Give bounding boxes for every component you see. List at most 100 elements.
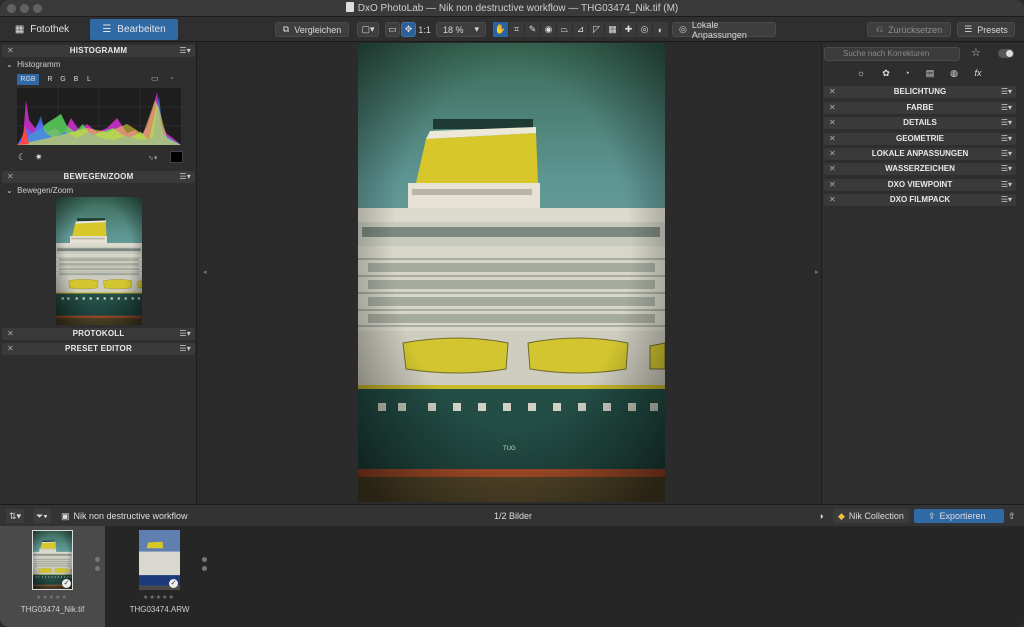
- filter-icon: ⏷▾: [36, 510, 48, 521]
- horizon-tool-icon[interactable]: ⊿: [573, 22, 588, 37]
- reset-button[interactable]: ⎌ Zurücksetzen: [867, 22, 951, 37]
- details-tab-icon[interactable]: ◔: [898, 67, 916, 80]
- toggle-switch[interactable]: [998, 49, 1014, 58]
- close-icon[interactable]: ✕: [829, 133, 836, 145]
- filter-button[interactable]: ⏷▾: [33, 509, 51, 523]
- geometry-tab-icon[interactable]: ▤: [921, 67, 939, 80]
- grid-overlay-icon[interactable]: ▦: [605, 22, 620, 37]
- channel-b[interactable]: B: [71, 74, 81, 85]
- before-after-icon[interactable]: ◐: [653, 22, 668, 37]
- panel-menu-icon[interactable]: ☰▾: [179, 45, 191, 57]
- shadow-clip-icon[interactable]: ☾: [18, 152, 26, 163]
- section-farbe[interactable]: ✕ FARBE ☰▾: [824, 102, 1016, 114]
- close-icon[interactable]: ✕: [829, 102, 836, 114]
- panel-menu-icon[interactable]: ☰▾: [1001, 117, 1012, 129]
- history-header[interactable]: ✕ PROTOKOLL ☰▾: [2, 328, 195, 340]
- curve-icon[interactable]: ∿▾: [148, 154, 157, 162]
- compare-button[interactable]: ⧉ Vergleichen: [275, 22, 349, 37]
- panel-menu-icon[interactable]: ☰▾: [179, 343, 191, 355]
- section-dxo-viewpoint[interactable]: ✕ DXO VIEWPOINT ☰▾: [824, 179, 1016, 191]
- histogram-header[interactable]: ✕ HISTOGRAMM ☰▾: [2, 45, 195, 57]
- fit-icon: ▭: [388, 24, 397, 34]
- close-icon[interactable]: ✕: [829, 86, 836, 98]
- indicator-dot: [95, 557, 100, 562]
- section-lokale-anpassungen[interactable]: ✕ LOKALE ANPASSUNGEN ☰▾: [824, 148, 1016, 160]
- zoom-select[interactable]: 18 % ▾: [436, 22, 486, 37]
- softproof-icon[interactable]: ◔: [169, 74, 174, 83]
- zoom-one-to-one-button[interactable]: 1:1: [417, 22, 432, 37]
- preset-editor-header[interactable]: ✕ PRESET EDITOR ☰▾: [2, 343, 195, 355]
- close-icon[interactable]: ✕: [829, 194, 836, 206]
- presets-button[interactable]: ☰ Presets: [957, 22, 1015, 37]
- crop-tool-icon[interactable]: ⌗: [509, 22, 524, 37]
- fit-screen-button[interactable]: ▭: [385, 22, 400, 37]
- close-icon[interactable]: ✕: [7, 171, 14, 183]
- channel-l[interactable]: L: [84, 74, 94, 85]
- panel-menu-icon[interactable]: ☰▾: [179, 171, 191, 183]
- section-details[interactable]: ✕ DETAILS ☰▾: [824, 117, 1016, 129]
- close-icon[interactable]: ✕: [7, 343, 14, 355]
- chevron-down-icon: ⌄: [6, 60, 13, 69]
- panel-menu-icon[interactable]: ☰▾: [1001, 194, 1012, 206]
- tab-bearbeiten[interactable]: ☰ Bearbeiten: [90, 19, 178, 40]
- thumbnail-name: THG03474.ARW: [129, 605, 190, 614]
- view-mode-button[interactable]: ▢▾: [357, 22, 379, 37]
- color-tab-icon[interactable]: ✿: [877, 67, 895, 80]
- repair-tool-icon[interactable]: ✚: [621, 22, 636, 37]
- section-geometrie[interactable]: ✕ GEOMETRIE ☰▾: [824, 133, 1016, 145]
- panel-menu-icon[interactable]: ☰▾: [1001, 148, 1012, 160]
- panel-menu-icon[interactable]: ☰▾: [1001, 163, 1012, 175]
- local-tab-icon[interactable]: ◍: [945, 67, 963, 80]
- nik-collection-button[interactable]: ◆ Nik Collection: [833, 509, 909, 523]
- panel-menu-icon[interactable]: ☰▾: [179, 328, 191, 340]
- main-photo[interactable]: TUG: [358, 43, 665, 502]
- histogram-subheader[interactable]: ⌄ Histogramm: [6, 60, 60, 69]
- share-icon[interactable]: ⇧: [1008, 509, 1016, 523]
- compare-edits-icon[interactable]: ◑: [814, 509, 828, 523]
- panel-menu-icon[interactable]: ☰▾: [1001, 102, 1012, 114]
- red-eye-tool-icon[interactable]: ◉: [541, 22, 556, 37]
- section-dxo-filmpack[interactable]: ✕ DXO FILMPACK ☰▾: [824, 194, 1016, 206]
- section-belichtung[interactable]: ✕ BELICHTUNG ☰▾: [824, 86, 1016, 98]
- panel-menu-icon[interactable]: ☰▾: [1001, 133, 1012, 145]
- section-wasserzeichen[interactable]: ✕ WASSERZEICHEN ☰▾: [824, 163, 1016, 175]
- star-favorites-icon[interactable]: ☆: [971, 46, 981, 59]
- close-icon[interactable]: ✕: [829, 179, 836, 191]
- filmstrip-item[interactable]: ✓ ★★★★★ THG03474.ARW: [107, 526, 212, 627]
- panel-menu-icon[interactable]: ☰▾: [1001, 179, 1012, 191]
- channel-g[interactable]: G: [58, 74, 68, 85]
- navigator-thumbnail[interactable]: [56, 197, 142, 325]
- close-icon[interactable]: ✕: [829, 148, 836, 160]
- light-tab-icon[interactable]: ☼: [852, 67, 870, 80]
- channel-r[interactable]: R: [45, 74, 55, 85]
- close-icon[interactable]: ✕: [829, 163, 836, 175]
- channel-rgb[interactable]: RGB: [17, 74, 39, 85]
- local-adjustments-button[interactable]: ◎ Lokale Anpassungen: [672, 20, 776, 40]
- preview-eye-icon[interactable]: ◎: [637, 22, 652, 37]
- movezoom-header[interactable]: ✕ BEWEGEN/ZOOM ☰▾: [2, 171, 195, 183]
- tool-group: ✋ ⌗ ✎ ◉ ⏢ ⊿ ◸ ▦ ✚ ◎ ◐: [493, 22, 668, 37]
- tab-fotothek[interactable]: ▦ Fotothek: [6, 19, 78, 40]
- close-icon[interactable]: ✕: [7, 328, 14, 340]
- panel-menu-icon[interactable]: ☰▾: [1001, 86, 1012, 98]
- sort-button[interactable]: ⇅▾: [6, 509, 25, 523]
- eyedropper-tool-icon[interactable]: ✎: [525, 22, 540, 37]
- close-icon[interactable]: ✕: [829, 117, 836, 129]
- hand-tool-icon[interactable]: ✋: [493, 22, 508, 37]
- filmstrip-item[interactable]: ✓ ★★★★★ THG03474_Nik.tif: [0, 526, 105, 627]
- move-zoom-button[interactable]: ✥: [401, 22, 416, 37]
- volume-tool-icon[interactable]: ◸: [589, 22, 604, 37]
- monitor-icon[interactable]: ▭: [151, 74, 159, 83]
- rating-stars[interactable]: ★★★★★: [36, 594, 68, 601]
- export-button[interactable]: ⇪ Exportieren: [914, 509, 1004, 523]
- search-input[interactable]: Suche nach Korrekturen: [824, 47, 960, 61]
- chevron-down-icon: ▾: [474, 24, 479, 34]
- effects-tab-icon[interactable]: fx: [969, 67, 987, 80]
- collapse-right-handle[interactable]: ▸: [815, 268, 819, 276]
- close-icon[interactable]: ✕: [7, 45, 14, 57]
- movezoom-subheader[interactable]: ⌄ Bewegen/Zoom: [6, 186, 73, 195]
- highlight-clip-icon[interactable]: ✷: [35, 152, 43, 163]
- collapse-left-handle[interactable]: ◂: [203, 268, 207, 276]
- rating-stars[interactable]: ★★★★★: [143, 594, 175, 601]
- perspective-tool-icon[interactable]: ⏢: [557, 22, 572, 37]
